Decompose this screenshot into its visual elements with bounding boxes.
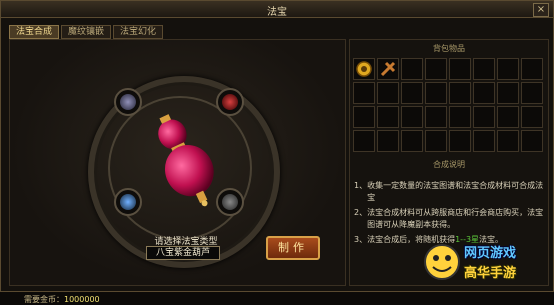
instruction-number: 1、 (354, 181, 368, 190)
bag-slot[interactable] (521, 58, 543, 80)
treasure-type-select[interactable]: 八宝紫金葫芦 (146, 246, 220, 260)
gourd-treasure-icon (158, 114, 214, 207)
bag-slot[interactable] (497, 58, 519, 80)
bag-title: 背包物品 (433, 44, 465, 53)
tab-synthesis[interactable]: 法宝合成 (9, 25, 60, 39)
instructions-title: 合成说明 (433, 160, 465, 169)
bag-slot[interactable] (425, 82, 447, 104)
tab-bar: 法宝合成 魔纹镶嵌 法宝幻化 (9, 25, 164, 39)
tab-transform[interactable]: 法宝幻化 (113, 25, 164, 39)
instruction-item: 2、 法宝合成材料可从跨服商店和行会商店购买，法宝图谱可从降魔副本获得。 (354, 207, 544, 231)
bag-slot[interactable] (497, 130, 519, 152)
bag-slot[interactable] (353, 82, 375, 104)
bag-slot[interactable] (401, 130, 423, 152)
title-bar: 法宝 × (1, 1, 553, 18)
blue-crystal-icon (120, 194, 136, 210)
bag-slot[interactable] (377, 106, 399, 128)
bag-slot[interactable] (353, 130, 375, 152)
gold-cost-value: 1000000 (64, 295, 100, 304)
bag-slot[interactable] (425, 130, 447, 152)
instruction-text: 收集一定数量的法宝图谱和法宝合成材料可合成法宝 (367, 181, 544, 202)
gold-ring-icon (356, 61, 372, 77)
dark-gem-icon (120, 94, 136, 110)
bag-grid (353, 58, 545, 152)
grey-gem-icon (222, 194, 238, 210)
mascot-logo-icon (424, 244, 460, 280)
watermark-line-1: 网页游戏 (464, 246, 517, 261)
bag-slot[interactable] (425, 58, 447, 80)
red-gem-icon (222, 94, 238, 110)
bag-slot[interactable] (377, 58, 399, 80)
bag-slot[interactable] (521, 106, 543, 128)
bag-slot[interactable] (401, 58, 423, 80)
bag-slot[interactable] (377, 130, 399, 152)
material-slot-bottom-right[interactable] (216, 188, 244, 216)
instruction-text: 法宝合成材料可从跨服商店和行会商店购买，法宝图谱可从降魔副本获得。 (367, 208, 544, 229)
gold-cost-label: 需要金币： (24, 295, 64, 304)
bronze-cross-icon (380, 61, 396, 77)
bag-slot[interactable] (449, 58, 471, 80)
material-slot-top-left[interactable] (114, 88, 142, 116)
bag-slot[interactable] (497, 106, 519, 128)
bag-slot[interactable] (449, 106, 471, 128)
bag-slot[interactable] (425, 106, 447, 128)
material-slot-bottom-left[interactable] (114, 188, 142, 216)
material-slot-top-right[interactable] (216, 88, 244, 116)
bag-slot[interactable] (449, 130, 471, 152)
bag-slot[interactable] (521, 130, 543, 152)
instruction-number: 3、 (354, 235, 368, 244)
bag-slot[interactable] (473, 106, 495, 128)
window-title: 法宝 (267, 7, 287, 18)
bag-slot[interactable] (497, 82, 519, 104)
close-button[interactable]: × (533, 3, 549, 17)
instruction-item: 1、 收集一定数量的法宝图谱和法宝合成材料可合成法宝 (354, 180, 544, 204)
bag-slot[interactable] (449, 82, 471, 104)
bag-slot[interactable] (401, 106, 423, 128)
bag-slot[interactable] (353, 106, 375, 128)
tab-inlay[interactable]: 魔纹镶嵌 (61, 25, 112, 39)
gold-cost: 需要金币：1000000 (24, 294, 100, 305)
site-watermark: 网页游戏 高华手游 (422, 238, 552, 290)
bag-slot[interactable] (353, 58, 375, 80)
bag-slot[interactable] (473, 58, 495, 80)
bag-slot[interactable] (521, 82, 543, 104)
instruction-number: 2、 (354, 208, 368, 217)
bag-slot[interactable] (401, 82, 423, 104)
watermark-line-2: 高华手游 (464, 266, 517, 281)
bag-slot[interactable] (377, 82, 399, 104)
synthesis-panel: 请选择法宝类型 八宝紫金葫芦 制作 需要金币：1000000 (9, 39, 346, 304)
make-button[interactable]: 制作 (266, 236, 320, 260)
bag-slot[interactable] (473, 82, 495, 104)
bag-slot[interactable] (473, 130, 495, 152)
